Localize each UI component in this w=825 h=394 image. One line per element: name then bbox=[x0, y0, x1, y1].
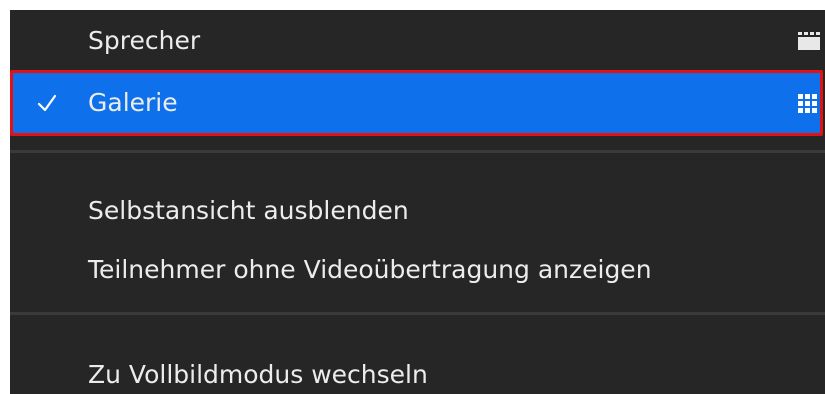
menu-item-show-non-video-participants[interactable]: Teilnehmer ohne Videoübertragung anzeige… bbox=[10, 239, 825, 301]
speaker-view-icon bbox=[798, 32, 820, 50]
gallery-view-icon bbox=[798, 94, 817, 113]
checkmark-icon bbox=[37, 94, 57, 112]
menu-item-gallery-view[interactable]: Galerie bbox=[10, 70, 823, 136]
menu-item-label: Galerie bbox=[88, 88, 178, 117]
view-menu: Sprecher Galerie Selbstansicht ausblende… bbox=[10, 10, 825, 394]
menu-item-label: Sprecher bbox=[88, 26, 201, 55]
menu-item-enter-fullscreen[interactable]: Zu Vollbildmodus wechseln bbox=[10, 344, 825, 394]
menu-divider bbox=[10, 312, 825, 315]
menu-item-hide-self-view[interactable]: Selbstansicht ausblenden bbox=[10, 180, 825, 242]
menu-item-label: Teilnehmer ohne Videoübertragung anzeige… bbox=[88, 255, 652, 284]
menu-item-label: Selbstansicht ausblenden bbox=[88, 196, 409, 225]
menu-item-label: Zu Vollbildmodus wechseln bbox=[88, 360, 428, 389]
menu-divider bbox=[10, 150, 825, 153]
menu-item-speaker-view[interactable]: Sprecher bbox=[10, 10, 825, 72]
